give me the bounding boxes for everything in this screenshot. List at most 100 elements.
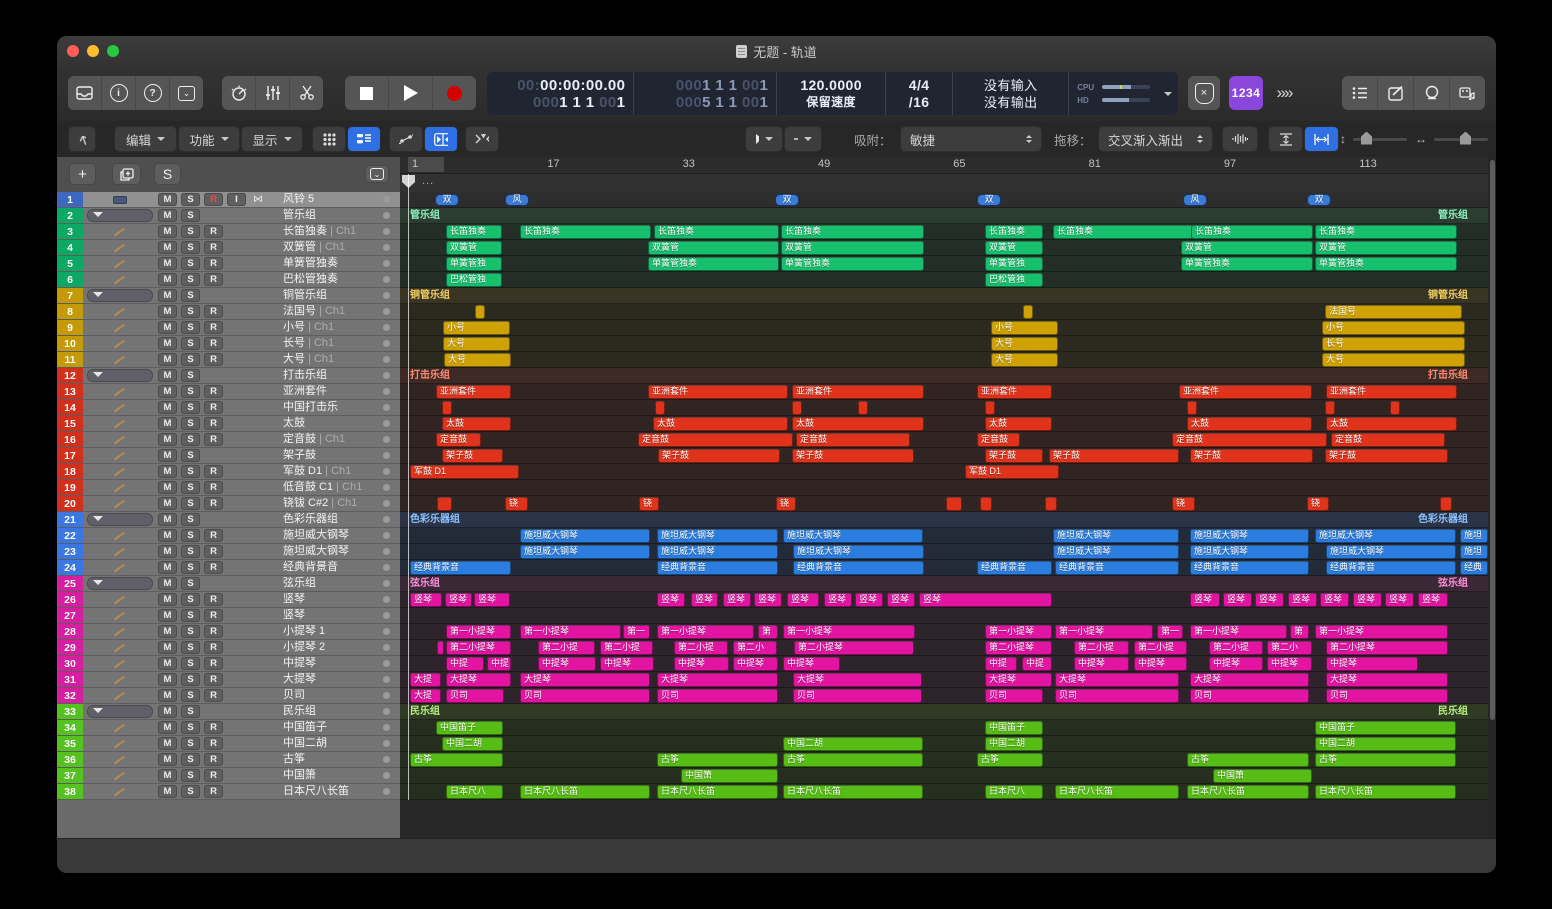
region-blip[interactable] — [946, 497, 962, 511]
region-大号[interactable]: 大号 — [991, 337, 1058, 351]
arrange-row-8[interactable]: 法国号 — [400, 304, 1488, 320]
record-enable-button[interactable]: R — [204, 433, 223, 446]
arrange-row-10[interactable]: 大号大号长号 — [400, 336, 1488, 352]
track-color-dot[interactable] — [383, 788, 390, 795]
region-贝司[interactable]: 贝司 — [520, 689, 650, 703]
region-经典背景音[interactable]: 经典背景音 — [1326, 561, 1456, 575]
track-header-5[interactable]: 5MSR单簧管独奏 — [57, 256, 400, 272]
arrange-row-2[interactable]: 管乐组管乐组 — [400, 208, 1488, 224]
command-click-tool[interactable] — [784, 126, 822, 152]
track-color-dot[interactable] — [383, 532, 390, 539]
play-button[interactable] — [389, 76, 433, 110]
left-click-tool[interactable] — [745, 126, 783, 152]
region-古筝[interactable]: 古筝 — [1187, 753, 1309, 767]
record-enable-button[interactable]: R — [204, 241, 223, 254]
record-enable-button[interactable]: R — [204, 593, 223, 606]
region-中国二胡[interactable]: 中国二胡 — [783, 737, 923, 751]
region-施坦威大钢琴[interactable]: 施坦威大钢琴 — [1190, 529, 1309, 543]
region-blip[interactable] — [437, 497, 452, 511]
track-name[interactable]: 低音鼓 C1 | Ch1 — [283, 480, 362, 495]
region-施坦威大钢琴[interactable]: 施坦威大钢琴 — [1326, 545, 1456, 559]
library-button[interactable] — [68, 76, 102, 110]
region-大提[interactable]: 大提 — [410, 673, 441, 687]
solo-button[interactable]: S — [181, 401, 200, 414]
track-header-33[interactable]: 33MS民乐组 — [57, 704, 400, 720]
track-header-36[interactable]: 36MSR古筝 — [57, 752, 400, 768]
arrange-row-28[interactable]: 第一小提琴第一小提琴第一第一小提琴第第一小提琴第一小提琴第一小提琴第一第一小提琴… — [400, 624, 1488, 640]
mute-button[interactable]: M — [158, 497, 177, 510]
solo-button[interactable]: S — [181, 433, 200, 446]
solo-button[interactable]: S — [181, 449, 200, 462]
disclosure-triangle-icon[interactable] — [93, 708, 103, 718]
track-name[interactable]: 中国笛子 — [283, 720, 327, 735]
region-日本尺八长笛[interactable]: 日本尺八长笛 — [520, 785, 650, 799]
track-name[interactable]: 大提琴 — [283, 672, 316, 687]
solo-button[interactable]: S — [181, 305, 200, 318]
track-header-31[interactable]: 31MSR大提琴 — [57, 672, 400, 688]
track-header-23[interactable]: 23MSR施坦威大钢琴 — [57, 544, 400, 560]
record-enable-button[interactable]: R — [204, 257, 223, 270]
arrange-row-14[interactable] — [400, 400, 1488, 416]
track-header-11[interactable]: 11MSR大号 | Ch1 — [57, 352, 400, 368]
region-第二小提[interactable]: 第二小提 — [1074, 641, 1129, 655]
region-亚洲套件[interactable]: 亚洲套件 — [977, 385, 1052, 399]
region-贝司[interactable]: 贝司 — [1326, 689, 1448, 703]
region-日本尺八长笛[interactable]: 日本尺八长笛 — [657, 785, 778, 799]
record-enable-button[interactable]: R — [204, 545, 223, 558]
region-中提琴[interactable]: 中提琴 — [1326, 657, 1418, 671]
region-铙[interactable]: 铙 — [505, 497, 528, 511]
solo-button[interactable]: S — [181, 721, 200, 734]
record-enable-button[interactable]: R — [204, 305, 223, 318]
solo-button[interactable]: S — [181, 289, 200, 302]
track-name[interactable]: 中国箫 — [283, 768, 316, 783]
region-架子鼓[interactable]: 架子鼓 — [1049, 449, 1179, 463]
record-enable-button[interactable]: R — [204, 561, 223, 574]
solo-button[interactable]: S — [181, 561, 200, 574]
region-大提琴[interactable]: 大提琴 — [520, 673, 650, 687]
region-古筝[interactable]: 古筝 — [410, 753, 503, 767]
region-风[interactable]: 风 — [1183, 194, 1207, 206]
track-header-6[interactable]: 6MSR巴松管独奏 — [57, 272, 400, 288]
track-color-dot[interactable] — [383, 260, 390, 267]
region-第一小提琴[interactable]: 第一小提琴 — [985, 625, 1052, 639]
record-enable-button[interactable]: R — [204, 353, 223, 366]
track-header-35[interactable]: 35MSR中国二胡 — [57, 736, 400, 752]
solo-button[interactable]: S — [181, 625, 200, 638]
region-经典[interactable]: 经典 — [1460, 561, 1488, 575]
region-亚洲套件[interactable]: 亚洲套件 — [648, 385, 788, 399]
region-blip[interactable] — [980, 497, 992, 511]
track-header-38[interactable]: 38MSR日本尺八长笛 — [57, 784, 400, 800]
arrange-row-23[interactable]: 施坦威大钢琴施坦威大钢琴施坦威大钢琴施坦威大钢琴施坦威大钢琴施坦威大钢琴施坦 — [400, 544, 1488, 560]
track-name[interactable]: 日本尺八长笛 — [283, 784, 349, 799]
drag-select[interactable]: 交叉渐入渐出 — [1098, 126, 1213, 152]
track-color-dot[interactable] — [383, 708, 390, 715]
region-风[interactable]: 风 — [505, 194, 529, 206]
region-定音鼓[interactable]: 定音鼓 — [638, 433, 793, 447]
region-单簧管独[interactable]: 单簧管独 — [446, 257, 502, 271]
track-color-dot[interactable] — [383, 644, 390, 651]
region-长笛独奏[interactable]: 长笛独奏 — [654, 225, 779, 239]
region-施坦威大钢琴[interactable]: 施坦威大钢琴 — [1315, 529, 1456, 543]
track-color-dot[interactable] — [383, 596, 390, 603]
track-color-dot[interactable] — [383, 484, 390, 491]
region-blip[interactable] — [858, 401, 868, 415]
region-经典背景音[interactable]: 经典背景音 — [793, 561, 924, 575]
region-竖琴[interactable]: 竖琴 — [754, 593, 782, 607]
arrange-row-3[interactable]: 长笛独奏长笛独奏长笛独奏长笛独奏长笛独奏长笛独奏长笛独奏长笛独奏 — [400, 224, 1488, 240]
track-header-26[interactable]: 26MSR竖琴 — [57, 592, 400, 608]
region-竖琴[interactable]: 竖琴 — [1255, 593, 1284, 607]
region-施坦威大钢琴[interactable]: 施坦威大钢琴 — [783, 529, 923, 543]
track-color-dot[interactable] — [383, 580, 390, 587]
catch-playhead-button[interactable] — [465, 126, 499, 152]
region-法国号[interactable]: 法国号 — [1325, 305, 1462, 319]
region-亚洲套件[interactable]: 亚洲套件 — [436, 385, 511, 399]
region-长笛独奏[interactable]: 长笛独奏 — [446, 225, 502, 239]
region-第二小提[interactable]: 第二小提 — [674, 641, 728, 655]
arrange-row-38[interactable]: 日本尺八日本尺八长笛日本尺八长笛日本尺八长笛日本尺八日本尺八长笛日本尺八长笛日本… — [400, 784, 1488, 800]
region-中提琴[interactable]: 中提琴 — [1074, 657, 1129, 671]
arrange-row-25[interactable]: 弦乐组弦乐组 — [400, 576, 1488, 592]
solo-button[interactable]: S — [181, 257, 200, 270]
track-color-dot[interactable] — [383, 228, 390, 235]
record-enable-button[interactable]: R — [204, 497, 223, 510]
region-日本尺八长笛[interactable]: 日本尺八长笛 — [1315, 785, 1456, 799]
